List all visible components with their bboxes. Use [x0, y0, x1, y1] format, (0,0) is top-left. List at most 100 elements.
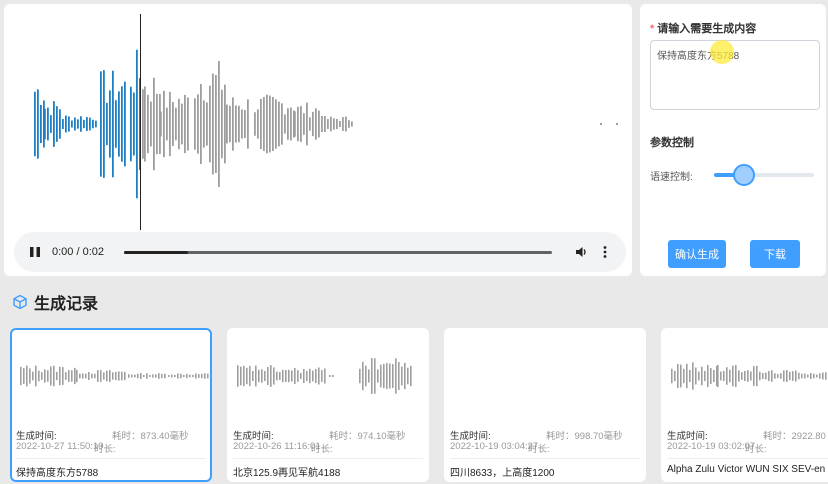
mini-waveform-bar — [383, 363, 385, 389]
waveform-display[interactable] — [4, 4, 632, 230]
history-card[interactable]: 生成时间: 耗时：998.70毫秒 2022-10-19 03:04:27 时长: 四川… — [444, 328, 646, 482]
waveform-bar — [278, 101, 280, 147]
volume-button[interactable] — [572, 243, 590, 261]
mini-waveform-bar — [804, 373, 806, 379]
waveform-bar — [312, 111, 314, 137]
mini-waveform-bar — [237, 365, 239, 387]
mini-waveform-bar — [71, 370, 73, 382]
mini-waveform-bar — [692, 362, 694, 390]
mini-waveform-bar — [744, 371, 746, 381]
history-gen-label: 生成时间: — [16, 431, 57, 442]
mini-waveform-bar — [315, 369, 317, 383]
mini-waveform-bar — [813, 373, 815, 379]
waveform-bar — [342, 117, 344, 131]
mini-waveform-bar — [674, 370, 676, 382]
history-duration: 耗时：998.70毫秒 — [546, 431, 623, 442]
mini-waveform-bar — [146, 373, 148, 379]
mini-waveform-bar — [152, 374, 154, 378]
waveform-bar — [215, 75, 217, 173]
waveform-bar — [144, 86, 146, 162]
mini-waveform-bar — [285, 370, 287, 382]
volume-icon — [576, 247, 586, 257]
history-card-divider — [16, 458, 206, 459]
waveform-bar — [59, 109, 61, 139]
mini-waveform-bar — [362, 361, 364, 391]
mini-waveform-bar — [270, 365, 272, 387]
waveform-bar — [95, 120, 97, 128]
confirm-generate-button[interactable]: 确认生成 — [668, 240, 726, 268]
mini-waveform-bar — [252, 371, 254, 381]
mini-waveform-bar — [62, 367, 64, 385]
history-gen-label: 生成时间: — [667, 431, 708, 442]
history-length-label: 时长: — [94, 444, 116, 455]
mini-waveform-bar — [288, 369, 290, 383]
player-progress-bar[interactable] — [124, 250, 552, 254]
history-duration: 耗时：974.10毫秒 — [329, 431, 406, 442]
waveform-bar — [89, 117, 91, 131]
mini-waveform-bar — [717, 364, 719, 388]
mini-waveform-bar — [816, 374, 818, 378]
mini-waveform-bar — [192, 374, 194, 378]
history-content: 北京125.9再见军航4188 — [233, 468, 341, 479]
mini-waveform-bar — [276, 371, 278, 381]
mini-waveform-bar — [410, 365, 412, 387]
waveform-bar — [281, 103, 283, 145]
history-card[interactable]: 生成时间: 耗时：2922.80 2022-10-19 03:02:07 时长: Alp… — [661, 328, 828, 482]
mini-waveform-bar — [35, 365, 37, 387]
history-card[interactable]: 生成时间: 耗时：974.10毫秒 2022-10-26 11:16:01 时长: 北京… — [227, 328, 429, 482]
mini-waveform-bar — [23, 368, 25, 384]
speed-slider[interactable] — [714, 164, 814, 186]
waveform-bar — [156, 93, 158, 155]
mini-waveform-bar — [324, 368, 326, 384]
waveform-bar — [254, 112, 256, 136]
history-card-waveform — [450, 350, 644, 402]
mini-waveform-bar — [137, 373, 139, 379]
waveform-bar — [130, 86, 132, 162]
waveform-bar — [153, 77, 155, 171]
waveform-bar — [124, 81, 126, 167]
pause-button[interactable] — [26, 243, 44, 261]
history-card[interactable]: 生成时间: 耗时：873.40毫秒 2022-10-27 11:50:19 时长: 保持… — [10, 328, 212, 482]
mini-waveform-bar — [155, 374, 157, 378]
mini-waveform-bar — [789, 371, 791, 381]
waveform-bar — [197, 94, 199, 154]
mini-waveform-bar — [380, 364, 382, 388]
mini-waveform-bar — [407, 367, 409, 385]
waveform-bar — [74, 117, 76, 131]
waveform-bar — [290, 107, 292, 141]
mini-waveform-bar — [183, 374, 185, 378]
mini-waveform-bar — [128, 374, 130, 378]
speed-label: 语速控制: — [650, 172, 693, 183]
waveform-bar — [241, 109, 243, 139]
waveform-bar — [37, 89, 39, 159]
download-button[interactable]: 下载 — [750, 240, 800, 268]
history-card-waveform — [671, 362, 827, 390]
mini-waveform-bar — [312, 370, 314, 382]
speed-slider-knob[interactable] — [733, 164, 755, 186]
mini-waveform-bar — [261, 369, 263, 383]
mini-waveform-bar — [26, 365, 28, 387]
mini-waveform-bar — [168, 375, 170, 377]
mini-waveform-bar — [321, 370, 323, 382]
mini-waveform-bar — [329, 375, 331, 377]
mini-waveform-bar — [143, 375, 145, 377]
content-input[interactable] — [650, 40, 820, 110]
mini-waveform-bar — [726, 367, 728, 385]
mini-waveform-bar — [392, 364, 394, 388]
waveform-bar — [345, 116, 347, 132]
mini-waveform-bar — [713, 369, 715, 383]
mini-waveform-bar — [671, 368, 673, 384]
mini-waveform-bar — [780, 373, 782, 379]
mini-waveform-bar — [47, 370, 49, 382]
waveform-bar — [118, 91, 120, 157]
waveform-bar — [212, 73, 214, 175]
params-title: 参数控制 — [650, 137, 694, 149]
waveform-bar — [160, 111, 162, 137]
history-length-label: 时长: — [745, 444, 767, 455]
waveform-bar — [65, 115, 67, 133]
more-options-button[interactable] — [596, 243, 614, 261]
history-gen-time: 2022-10-26 11:16:01 — [233, 441, 321, 452]
mini-waveform-bar — [246, 367, 248, 385]
waveform-bar — [232, 97, 234, 151]
history-gen-time: 2022-10-19 03:04:27 — [450, 441, 539, 452]
